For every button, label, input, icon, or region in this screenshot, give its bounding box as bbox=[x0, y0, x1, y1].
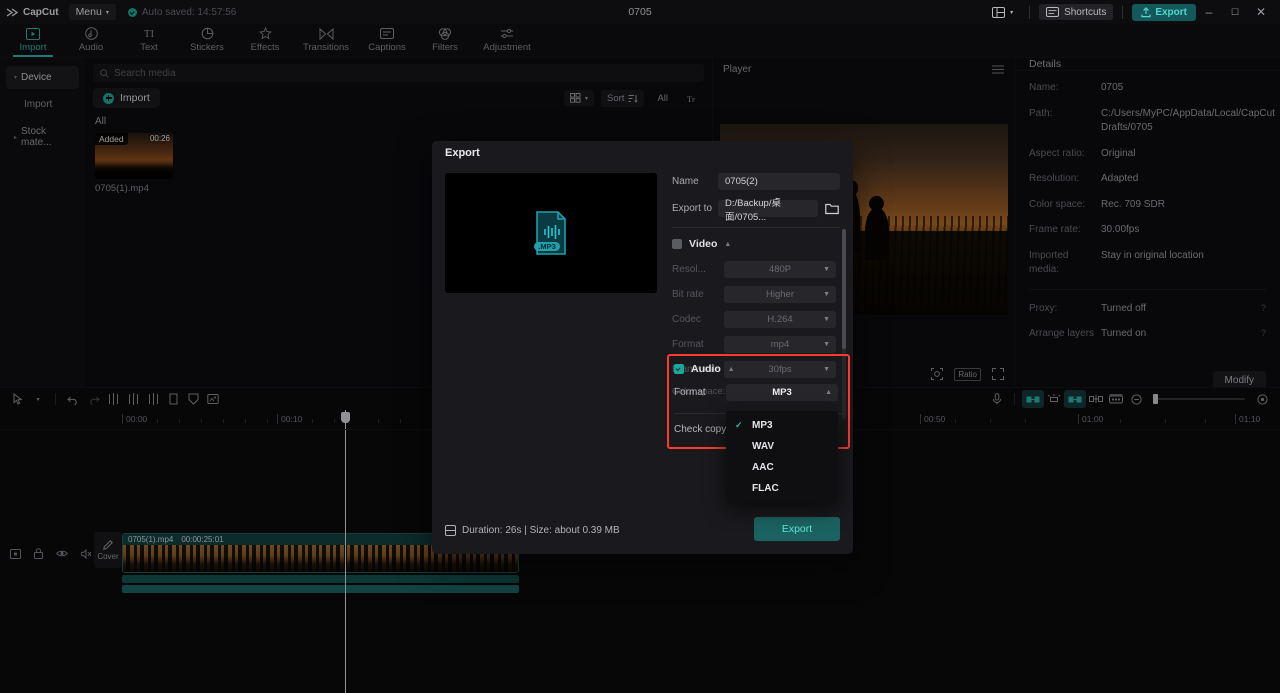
export-confirm-button[interactable]: Export bbox=[754, 517, 840, 541]
export-dialog-title: Export bbox=[445, 147, 480, 159]
video-section-label: Video bbox=[689, 238, 718, 250]
layout-icon bbox=[992, 6, 1006, 18]
export-label: Export bbox=[1155, 6, 1187, 18]
close-button[interactable]: ✕ bbox=[1248, 1, 1274, 23]
name-row: Name 0705(2) bbox=[672, 173, 840, 190]
audio-format-label: Format bbox=[674, 387, 706, 398]
codec-select[interactable]: H.264 ▼ bbox=[724, 311, 836, 328]
export-to-input[interactable]: D:/Backup/桌面/0705... bbox=[718, 198, 818, 223]
export-to-label: Export to bbox=[672, 203, 713, 214]
dropdown-option-label: MP3 bbox=[752, 420, 773, 431]
audio-section-header[interactable]: Audio ▲ bbox=[674, 363, 843, 375]
bitrate-row: Bit rate Higher ▼ bbox=[672, 286, 840, 303]
chevron-down-icon: ▼ bbox=[823, 316, 830, 323]
bitrate-label: Bit rate bbox=[672, 289, 704, 300]
divider bbox=[1029, 5, 1031, 19]
duration-text: Duration: 26s | Size: about 0.39 MB bbox=[462, 524, 620, 536]
video-checkbox[interactable] bbox=[672, 239, 682, 249]
shortcuts-label: Shortcuts bbox=[1064, 6, 1107, 18]
video-format-label: Format bbox=[672, 339, 704, 350]
upload-icon bbox=[1141, 6, 1151, 18]
mp3-file-icon: .MP3 bbox=[531, 209, 571, 257]
video-format-select[interactable]: mp4 ▼ bbox=[724, 336, 836, 353]
codec-label: Codec bbox=[672, 314, 701, 325]
export-dialog-footer: Duration: 26s | Size: about 0.39 MB Expo… bbox=[432, 506, 853, 554]
chevron-down-icon: ▼ bbox=[823, 341, 830, 348]
audio-format-dropdown: ✓ MP3 WAV AAC FLAC bbox=[726, 411, 838, 503]
keyboard-icon bbox=[1046, 7, 1060, 17]
audio-checkbox[interactable] bbox=[674, 364, 684, 374]
dropdown-option-flac[interactable]: FLAC bbox=[726, 478, 838, 499]
chevron-up-icon[interactable]: ▲ bbox=[724, 241, 731, 248]
audio-format-row: Format MP3 ▲ ✓ MP3 WAV AAC FLAC bbox=[674, 384, 843, 503]
resolution-value: 480P bbox=[768, 264, 792, 275]
export-form: Name 0705(2) Export to D:/Backup/桌面/0705… bbox=[667, 173, 850, 506]
video-format-row: Format mp4 ▼ bbox=[672, 336, 840, 353]
chevron-down-icon: ▾ bbox=[1010, 9, 1014, 16]
maximize-button[interactable]: ☐ bbox=[1222, 1, 1248, 23]
chevron-up-icon[interactable]: ▲ bbox=[728, 366, 735, 373]
capcut-app-window: CapCut Menu ▾ Auto saved: 14:57:56 0705 … bbox=[0, 0, 1280, 693]
shortcuts-button[interactable]: Shortcuts bbox=[1039, 4, 1114, 20]
export-dialog: Export .MP3 Name 0705(2) Export to D:/Ba… bbox=[432, 141, 853, 554]
export-preview: .MP3 bbox=[445, 173, 657, 293]
browse-folder-icon[interactable] bbox=[824, 201, 840, 217]
resolution-label: Resol... bbox=[672, 264, 706, 275]
dropdown-option-wav[interactable]: WAV bbox=[726, 436, 838, 457]
export-scrollbar-thumb[interactable] bbox=[842, 229, 846, 349]
codec-row: Codec H.264 ▼ bbox=[672, 311, 840, 328]
resolution-select[interactable]: 480P ▼ bbox=[724, 261, 836, 278]
dropdown-option-mp3[interactable]: ✓ MP3 bbox=[726, 415, 838, 436]
dropdown-option-label: AAC bbox=[752, 462, 774, 473]
minimize-button[interactable]: – bbox=[1196, 1, 1222, 23]
export-to-row: Export to D:/Backup/桌面/0705... bbox=[672, 198, 840, 223]
titlebar-actions: ▾ Shortcuts Export – ☐ ✕ bbox=[985, 1, 1274, 23]
bitrate-value: Higher bbox=[766, 289, 794, 300]
export-button[interactable]: Export bbox=[1132, 3, 1196, 21]
duration-info: Duration: 26s | Size: about 0.39 MB bbox=[445, 524, 620, 536]
divider bbox=[1122, 5, 1124, 19]
export-dialog-body: .MP3 Name 0705(2) Export to D:/Backup/桌面… bbox=[432, 165, 853, 506]
codec-value: H.264 bbox=[767, 314, 793, 325]
audio-format-select[interactable]: MP3 ▲ bbox=[726, 384, 838, 401]
file-info-icon bbox=[445, 524, 456, 536]
chevron-down-icon: ▼ bbox=[823, 266, 830, 273]
bitrate-select[interactable]: Higher ▼ bbox=[724, 286, 836, 303]
audio-section: Audio ▲ Format MP3 ▲ ✓ MP3 WAV AAC FLAC … bbox=[667, 354, 850, 503]
check-icon: ✓ bbox=[735, 420, 743, 430]
chevron-up-icon: ▲ bbox=[825, 389, 832, 396]
resolution-row: Resol... 480P ▼ bbox=[672, 261, 840, 278]
name-label: Name bbox=[672, 176, 699, 187]
dropdown-option-label: WAV bbox=[752, 441, 775, 452]
audio-section-label: Audio bbox=[691, 363, 721, 375]
video-section-header[interactable]: Video ▲ bbox=[672, 238, 840, 250]
layout-button[interactable]: ▾ bbox=[985, 4, 1020, 20]
video-format-value: mp4 bbox=[770, 339, 790, 350]
name-input[interactable]: 0705(2) bbox=[718, 173, 840, 190]
audio-format-value: MP3 bbox=[772, 387, 792, 398]
svg-text:.MP3: .MP3 bbox=[538, 242, 556, 251]
dropdown-option-aac[interactable]: AAC bbox=[726, 457, 838, 478]
dropdown-option-label: FLAC bbox=[752, 483, 779, 494]
chevron-down-icon: ▼ bbox=[823, 291, 830, 298]
divider bbox=[672, 227, 840, 228]
